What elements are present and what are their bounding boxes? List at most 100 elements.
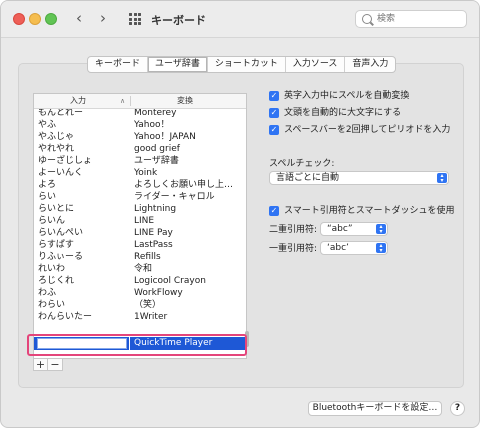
table-row[interactable]: ゆーざじしょ ユーザ辞書 [34,155,246,167]
table-row[interactable]: らいんぺい LINE Pay [34,227,246,239]
input-cell: わんらいたー [38,312,93,322]
input-cell: やふ [38,120,57,130]
table-row[interactable]: れいわ 令和 [34,263,246,275]
convert-cell: 令和 [134,264,153,274]
convert-cell: Yahoo！ [134,120,170,130]
column-divider [130,96,131,106]
single-quote-label: 一重引用符: [269,244,318,254]
convert-cell: Refills [134,252,161,262]
table-row[interactable]: わんらいたー 1Writer [34,311,246,323]
tab-bar: キーボード ユーザ辞書 ショートカット 入力ソース 音声入力 [87,56,397,73]
checkmark-icon: ✓ [269,206,279,216]
convert-cell: よろしくお願い申し上… [134,180,234,190]
convert-cell: Lightning [134,204,177,214]
table-row[interactable]: やれやれ good grief [34,143,246,155]
checkmark-icon: ✓ [269,125,279,135]
input-cell: らいんぺい [38,228,84,238]
titlebar: ‹ › キーボード [1,1,479,38]
back-icon[interactable]: ‹ [71,9,87,27]
help-button[interactable]: ? [450,401,465,416]
minimize-button[interactable] [29,13,41,25]
input-cell: らいとに [38,204,75,214]
input-cell: やふじゃ [38,132,75,142]
convert-cell: LINE [134,216,155,226]
table-row[interactable]: わふ WorkFlowy [34,287,246,299]
input-cell: りふぃーる [38,252,84,262]
dictionary-table: もやへmacOS MojaveもんとれーMontereyやふYahoo！やふじゃ… [33,93,247,359]
close-button[interactable] [13,13,25,25]
select-value: ‘abc’ [327,243,349,253]
table-row[interactable]: わらい （笑） [34,299,246,311]
checkbox-label: スペースバーを2回押してピリオドを入力 [284,125,451,135]
forward-icon[interactable]: › [95,9,111,27]
zoom-button[interactable] [45,13,57,25]
convert-cell: ユーザ辞書 [134,156,179,166]
table-header: 入力 ∧ 変換 [34,94,246,109]
convert-cell: （笑） [134,300,162,310]
spellcheck-select[interactable]: 言語ごとに自動 ▴ ▾ [269,171,449,185]
table-row[interactable]: らすぱす LastPass [34,239,246,251]
search-input[interactable] [377,12,463,26]
tab-keyboard[interactable]: キーボード [88,57,149,72]
add-entry-button[interactable]: + [33,358,48,371]
input-cell: らいん [38,216,66,226]
convert-cell: Logicool Crayon [134,276,206,286]
chevron-updown-icon: ▴ ▾ [437,173,447,184]
input-cell: らい [38,192,57,202]
input-cell: よーいんく [38,168,84,178]
table-row[interactable]: やふじゃ Yahoo！JAPAN [34,131,246,143]
tab-input-sources[interactable]: 入力ソース [286,57,346,72]
input-cell: ろじくれ [38,276,75,286]
convert-cell: LINE Pay [134,228,173,238]
table-row[interactable]: よーいんく Yoink [34,167,246,179]
chevron-up-icon[interactable]: ∧ [120,94,125,108]
table-row[interactable]: らいとに Lightning [34,203,246,215]
search-icon [362,14,372,24]
select-value: “abc” [327,224,353,234]
convert-cell: good grief [134,144,180,154]
table-row[interactable]: らい ライダー・キャロル [34,191,246,203]
convert-cell: WorkFlowy [134,288,183,298]
convert-cell: 1Writer [134,312,168,322]
remove-entry-button[interactable]: − [48,358,63,371]
select-value: 言語ごとに自動 [276,173,340,183]
tab-shortcuts[interactable]: ショートカット [208,57,286,72]
show-all-grid-icon[interactable] [129,13,141,25]
convert-cell: LastPass [134,240,173,250]
input-cell: らすぱす [38,240,74,250]
table-rows: もやへmacOS MojaveもんとれーMontereyやふYahoo！やふじゃ… [34,95,246,323]
input-cell: よろ [38,180,57,190]
input-cell: やれやれ [38,144,75,154]
column-header-convert[interactable]: 変換 [177,94,193,108]
column-header-input[interactable]: 入力 [70,94,86,108]
checkbox-label: 英字入力中にスペルを自動変換 [284,91,410,101]
table-row[interactable]: らいん LINE [34,215,246,227]
table-row[interactable]: りふぃーる Refills [34,251,246,263]
checkbox-label: 文頭を自動的に大文字にする [284,108,402,118]
tab-dictation[interactable]: 音声入力 [345,57,395,72]
checkmark-icon: ✓ [269,108,279,118]
checkbox-label: スマート引用符とスマートダッシュを使用 [284,206,455,216]
add-remove-buttons: + − [33,358,63,371]
highlight-box [27,334,247,356]
convert-cell: Yoink [134,168,158,178]
double-quote-label: 二重引用符: [269,225,318,235]
input-cell: ゆーざじしょ [38,156,93,166]
setup-bluetooth-keyboard-button[interactable]: Bluetoothキーボードを設定… [308,401,442,416]
table-row[interactable]: ろじくれ Logicool Crayon [34,275,246,287]
table-row[interactable]: やふ Yahoo！ [34,119,246,131]
input-cell: わふ [38,288,57,298]
search-field[interactable] [355,10,467,28]
chevron-updown-icon: ▴ ▾ [376,243,386,254]
spellcheck-label: スペルチェック: [269,159,335,169]
input-cell: わらい [38,300,66,310]
input-cell: れいわ [38,264,66,274]
table-row[interactable]: よろ よろしくお願い申し上… [34,179,246,191]
single-quote-select[interactable]: ‘abc’ ▴ ▾ [320,241,388,255]
window-title: キーボード [151,14,206,27]
convert-cell: Yahoo！JAPAN [134,132,196,142]
chevron-updown-icon: ▴ ▾ [376,224,386,235]
keyboard-preferences-window: ‹ › キーボード キーボード ユーザ辞書 ショートカット 入力ソース 音声入力… [0,0,480,428]
tab-user-dictionary[interactable]: ユーザ辞書 [148,57,208,72]
double-quote-select[interactable]: “abc” ▴ ▾ [320,222,388,236]
